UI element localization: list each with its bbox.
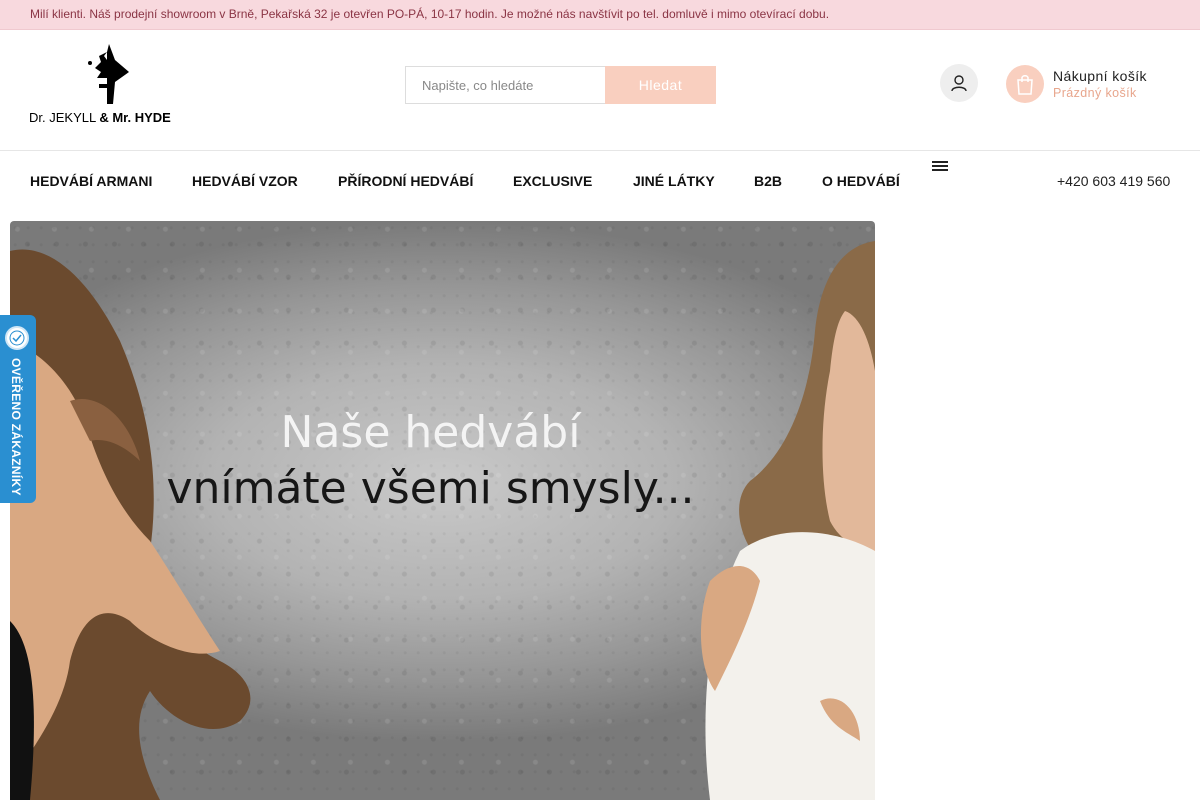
cart-status: Prázdný košík — [1053, 86, 1137, 100]
jekyll-hyde-face-logo-icon — [88, 44, 129, 104]
logo-text: Dr. JEKYLL & Mr. HYDE — [29, 110, 171, 125]
badge-seal-icon — [9, 330, 25, 346]
search-form: Hledat — [405, 66, 716, 104]
verified-customers-badge[interactable]: OVĚŘENO ZÁKAZNÍKY — [0, 315, 36, 503]
hero-banner[interactable]: Naše hedvábí vnímáte všemi smysly... — [10, 221, 875, 800]
search-button[interactable]: Hledat — [605, 66, 716, 104]
hamburger-icon[interactable] — [932, 161, 948, 171]
logo-text-jekyll: Dr. JEKYLL — [29, 110, 96, 125]
cart-icon-wrap — [1006, 65, 1044, 103]
nav-item-hedvabi-armani[interactable]: HEDVÁBÍ ARMANI — [30, 173, 152, 189]
shopping-bag-icon — [1017, 75, 1033, 95]
nav-item-prirodni-hedvabi[interactable]: PŘÍRODNÍ HEDVÁBÍ — [338, 173, 473, 189]
user-account-button[interactable] — [940, 64, 978, 102]
user-icon — [951, 75, 967, 92]
nav-item-exclusive[interactable]: EXCLUSIVE — [513, 173, 592, 189]
verified-badge-text: OVĚŘENO ZÁKAZNÍKY — [9, 358, 23, 496]
announcement-bar: Milí klienti. Náš prodejní showroom v Br… — [0, 0, 1200, 30]
announcement-text: Milí klienti. Náš prodejní showroom v Br… — [30, 7, 830, 21]
search-input[interactable] — [405, 66, 605, 104]
phone-link[interactable]: +420 603 419 560 — [1057, 173, 1170, 189]
header: Dr. JEKYLL & Mr. HYDE Hledat Nákupní koš… — [0, 30, 1200, 150]
nav-item-b2b[interactable]: B2B — [754, 173, 782, 189]
cart-title: Nákupní košík — [1053, 68, 1147, 84]
nav-item-hedvabi-vzor[interactable]: HEDVÁBÍ VZOR — [192, 173, 298, 189]
banner-headline-line2: vnímáte všemi smysly... — [166, 463, 695, 514]
banner-headline-line1: Naše hedvábí — [280, 407, 581, 458]
logo[interactable]: Dr. JEKYLL & Mr. HYDE — [28, 42, 188, 128]
main-nav: HEDVÁBÍ ARMANI HEDVÁBÍ VZOR PŘÍRODNÍ HED… — [0, 151, 1200, 211]
logo-text-hyde: & Mr. HYDE — [99, 110, 171, 125]
nav-item-jine-latky[interactable]: JINÉ LÁTKY — [633, 173, 715, 189]
heureka-badge-icon — [5, 326, 29, 350]
nav-item-o-hedvabi[interactable]: O HEDVÁBÍ — [822, 173, 900, 189]
cart-button[interactable]: Nákupní košík Prázdný košík — [1006, 65, 1196, 105]
